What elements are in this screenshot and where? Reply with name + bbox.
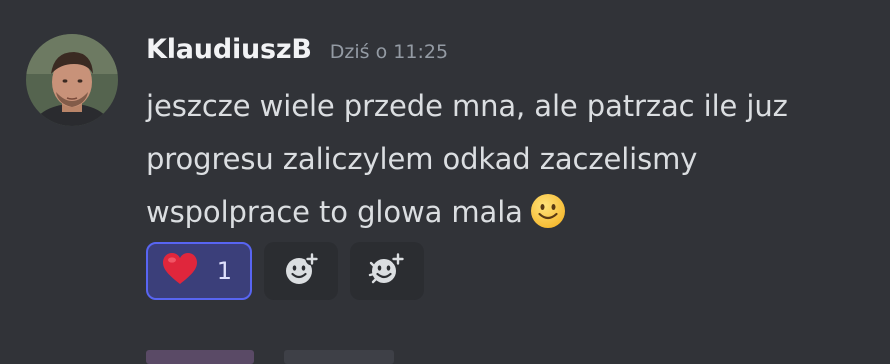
message-line: jeszcze wiele przede mna, ale patrzac il… bbox=[146, 89, 788, 123]
message-content: jeszcze wiele przede mna, ale patrzac il… bbox=[146, 80, 846, 239]
message-line: wspolprace to glowa mala bbox=[146, 186, 846, 239]
author-name[interactable]: KlaudiuszB bbox=[146, 34, 312, 65]
add-super-reaction-icon bbox=[367, 251, 407, 291]
slightly-smiling-face-icon bbox=[529, 192, 567, 230]
reactions-bar: 1 bbox=[146, 242, 424, 300]
message-header: KlaudiuszB Dziś o 11:25 bbox=[146, 34, 448, 74]
reaction-heart[interactable]: 1 bbox=[146, 242, 252, 300]
chat-message: KlaudiuszB Dziś o 11:25 jeszcze wiele pr… bbox=[0, 0, 890, 364]
next-message-peek bbox=[146, 350, 394, 364]
add-reaction-icon bbox=[282, 251, 320, 291]
next-message-author-peek bbox=[284, 350, 394, 364]
reaction-count: 1 bbox=[216, 257, 232, 285]
avatar-image bbox=[26, 34, 118, 126]
message-line: progresu zaliczylem odkad zaczelismy bbox=[146, 142, 698, 176]
message-line-text: wspolprace to glowa mala bbox=[146, 195, 523, 229]
add-reaction-button[interactable] bbox=[264, 242, 338, 300]
next-message-avatar-peek bbox=[146, 350, 254, 364]
message-timestamp[interactable]: Dziś o 11:25 bbox=[330, 41, 448, 63]
add-super-reaction-button[interactable] bbox=[350, 242, 424, 300]
avatar[interactable] bbox=[26, 34, 118, 126]
red-heart-icon bbox=[162, 252, 198, 290]
